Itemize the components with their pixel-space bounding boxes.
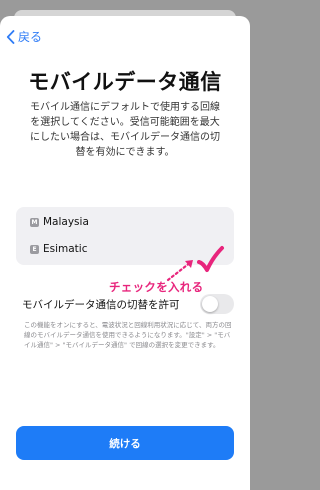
continue-button[interactable]: 続ける	[16, 426, 234, 460]
mobile-data-sheet: 戻る モバイルデータ通信 モバイル通信にデフォルトで使用する回線を選択してくださ…	[0, 16, 250, 490]
sim-badge-icon: E	[30, 244, 39, 254]
annotation-label: チェックを入れる	[109, 280, 204, 294]
data-switching-setting: モバイルデータ通信の切替を許可	[22, 294, 234, 314]
data-switching-label: モバイルデータ通信の切替を許可	[22, 298, 180, 311]
line-name: Malaysia	[43, 216, 89, 228]
sim-badge-icon: M	[30, 217, 39, 227]
line-option-malaysia[interactable]: M Malaysia	[30, 216, 89, 228]
back-button[interactable]: 戻る	[6, 28, 42, 45]
chevron-left-icon	[6, 29, 15, 44]
line-name: Esimatic	[43, 243, 88, 255]
footnote-text: この機能をオンにすると、電波状況と回線利用状況に応じて、両方の回線のモバイルデー…	[24, 321, 232, 349]
data-switching-toggle[interactable]	[200, 294, 234, 314]
page-description: モバイル通信にデフォルトで使用する回線を選択してください。受信可能範囲を最大にし…	[30, 102, 220, 158]
line-option-esimatic[interactable]: E Esimatic	[30, 243, 88, 255]
back-label: 戻る	[18, 30, 43, 44]
annotation-check-icon	[197, 246, 224, 272]
page-title: モバイルデータ通信	[28, 70, 222, 94]
toggle-knob	[202, 296, 218, 312]
